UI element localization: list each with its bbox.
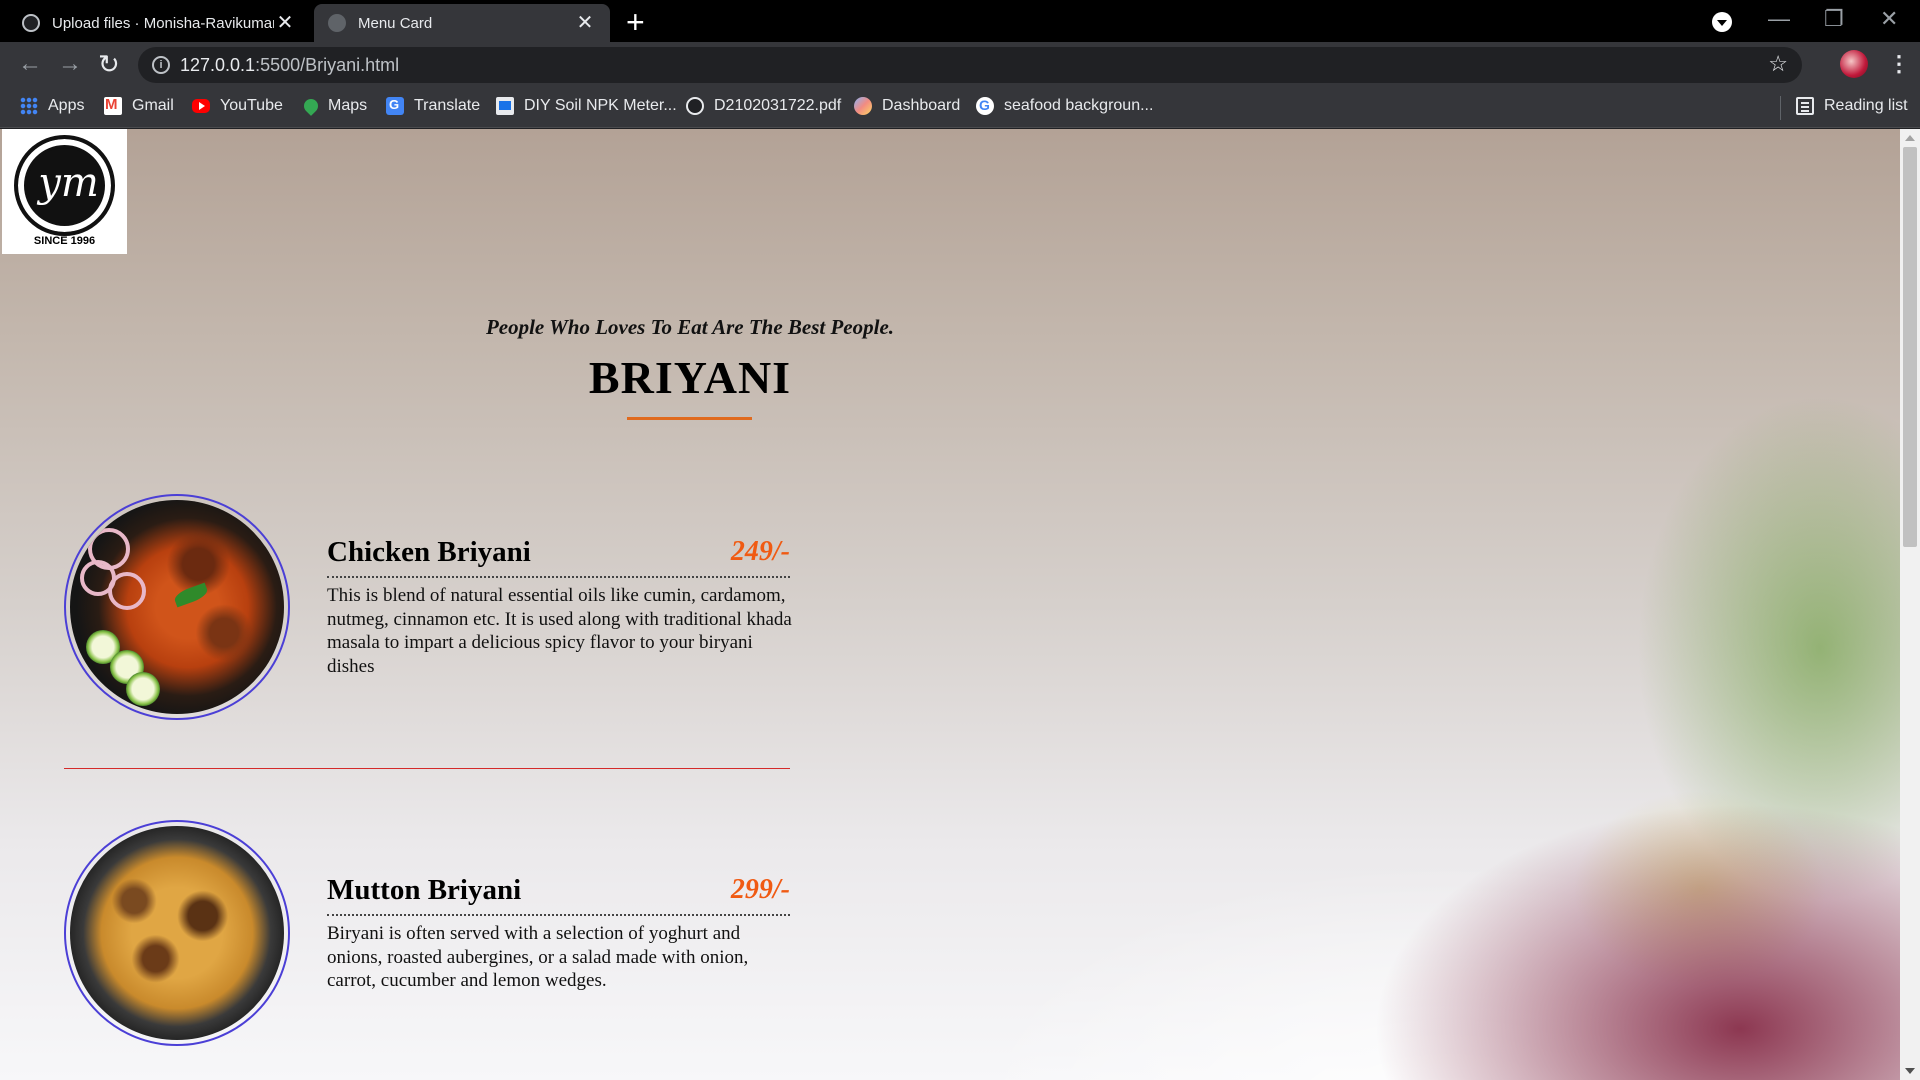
bookmark-star-icon[interactable]: ☆ (1768, 51, 1788, 77)
bookmark-label: seafood backgroun... (1004, 97, 1154, 114)
onion-ring (108, 572, 146, 610)
bookmark-translate[interactable]: Translate (386, 97, 480, 115)
dashboard-icon (854, 97, 872, 115)
cucumber-slice (126, 672, 160, 706)
plate-photo (70, 826, 284, 1040)
tab-strip: Upload files · Monisha-Ravikumar ✕ Menu … (0, 0, 1920, 42)
restaurant-logo[interactable]: ym SINCE 1996 (2, 129, 127, 254)
dish-description: This is blend of natural essential oils … (327, 585, 792, 677)
scroll-down-icon[interactable] (1905, 1068, 1915, 1074)
maps-icon (301, 96, 321, 116)
bookmark-label: Gmail (132, 97, 174, 114)
globe-icon (328, 14, 346, 32)
new-tab-button[interactable]: + (626, 6, 645, 38)
address-bar[interactable]: i 127.0.0.1:5500/Briyani.html ☆ (138, 47, 1802, 83)
bookmark-label: Apps (48, 97, 85, 114)
bookmarks-bar: Apps Gmail YouTube Maps Translate DIY So… (0, 88, 1920, 128)
back-button[interactable]: ← (18, 50, 42, 78)
close-tab-icon[interactable]: ✕ (274, 12, 296, 34)
bookmark-label: DIY Soil NPK Meter... (524, 97, 677, 114)
logo-monogram: ym (38, 160, 99, 206)
bookmark-dashboard[interactable]: Dashboard (854, 97, 960, 115)
youtube-icon (192, 99, 210, 113)
dish-name: Mutton Briyani (327, 874, 522, 906)
mutton-briyani-image (64, 820, 290, 1046)
bookmark-label: D2102031722.pdf (714, 97, 842, 114)
profile-avatar[interactable] (1840, 50, 1868, 78)
url-path: :5500/Briyani.html (255, 55, 400, 75)
bookmark-gmail[interactable]: Gmail (104, 96, 174, 115)
reading-list-button[interactable]: Reading list (1796, 97, 1908, 115)
gmail-icon (104, 96, 122, 115)
page-scrollbar[interactable] (1900, 129, 1920, 1080)
tab-upload-files[interactable]: Upload files · Monisha-Ravikumar ✕ (8, 4, 310, 42)
github-icon (22, 14, 40, 32)
reload-button[interactable]: ↻ (98, 50, 120, 78)
reading-list-icon (1796, 97, 1814, 115)
plate-photo (70, 500, 284, 714)
scrollbar-thumb[interactable] (1903, 147, 1917, 547)
bookmarks-separator (1780, 96, 1781, 120)
bookmark-label: YouTube (220, 97, 283, 114)
url-host: 127.0.0.1 (180, 55, 256, 75)
page-tagline: People Who Loves To Eat Are The Best Peo… (485, 315, 895, 339)
bookmark-maps[interactable]: Maps (301, 96, 368, 116)
scroll-up-icon[interactable] (1905, 135, 1915, 141)
reading-list-label: Reading list (1824, 97, 1908, 114)
bookmark-apps[interactable]: Apps (20, 97, 84, 115)
google-icon (976, 97, 994, 115)
bookmark-seafood[interactable]: seafood backgroun... (976, 97, 1153, 115)
forward-button[interactable]: → (58, 50, 82, 78)
restore-button[interactable]: ❐ (1824, 6, 1844, 32)
dish-description: Biryani is often served with a selection… (327, 923, 749, 991)
logo-since-text: SINCE 1996 (33, 235, 96, 247)
globe-icon (686, 97, 704, 115)
url-text[interactable]: 127.0.0.1:5500/Briyani.html (180, 55, 399, 76)
dish-name: Chicken Briyani (327, 536, 531, 568)
item-divider (64, 768, 790, 769)
minimize-button[interactable]: — (1768, 6, 1790, 32)
browser-toolbar: ← → ↻ i 127.0.0.1:5500/Briyani.html ☆ ⋮ (0, 42, 1920, 88)
bookmark-label: Maps (328, 97, 368, 114)
close-window-button[interactable]: ✕ (1880, 6, 1898, 32)
bookmark-pdf[interactable]: D2102031722.pdf (686, 97, 841, 115)
bookmark-label: Translate (414, 97, 481, 114)
document-icon (496, 97, 514, 115)
page-viewport: ym SINCE 1996 People Who Loves To Eat Ar… (0, 129, 1920, 1080)
bookmark-youtube[interactable]: YouTube (192, 97, 283, 115)
bookmark-diy-soil[interactable]: DIY Soil NPK Meter... (496, 97, 677, 115)
dotted-separator (327, 914, 790, 916)
dish-price: 299/- (730, 874, 790, 905)
translate-icon (386, 97, 404, 115)
tab-title: Upload files · Monisha-Ravikumar (52, 14, 274, 32)
title-underline (627, 417, 752, 420)
mint-leaf (172, 582, 210, 608)
apps-icon (20, 97, 38, 115)
tab-title: Menu Card (358, 14, 433, 32)
dotted-separator (327, 576, 790, 578)
dish-price: 249/- (730, 536, 790, 567)
close-tab-icon[interactable]: ✕ (574, 12, 596, 34)
logo-emblem: ym (14, 135, 115, 236)
browser-menu-icon[interactable]: ⋮ (1888, 50, 1910, 78)
bookmark-label: Dashboard (882, 97, 961, 114)
page-title: BRIYANI (588, 352, 792, 403)
tab-menu-card[interactable]: Menu Card ✕ (314, 4, 610, 42)
tab-search-icon[interactable] (1712, 12, 1732, 32)
chicken-briyani-image (64, 494, 290, 720)
site-info-icon[interactable]: i (152, 56, 170, 74)
